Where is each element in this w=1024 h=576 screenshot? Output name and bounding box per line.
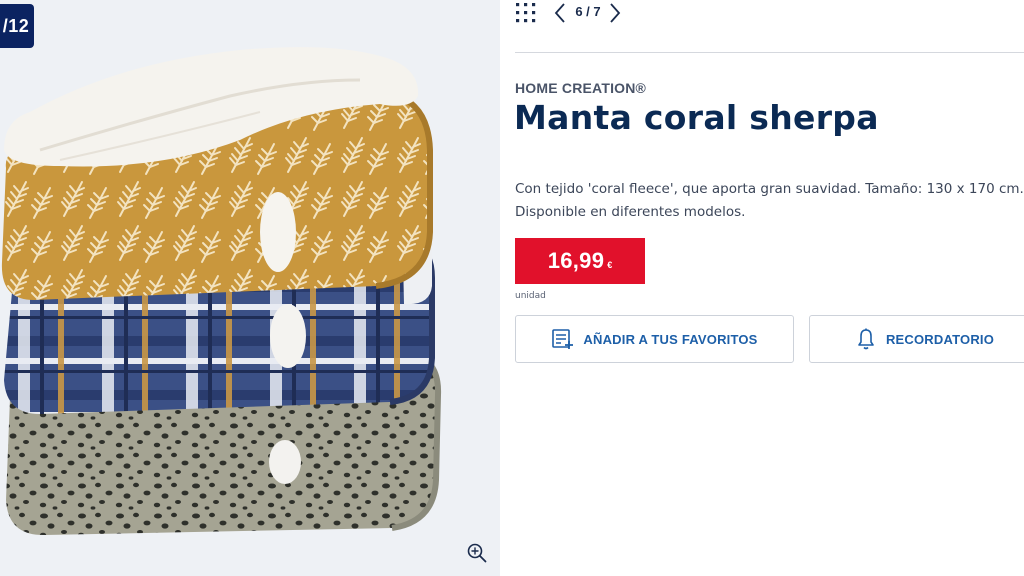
price-badge: 16,99 € <box>515 238 645 284</box>
gallery-page-counter: 6 / 7 <box>575 4 601 19</box>
product-title: Manta coral sherpa <box>514 98 879 137</box>
chevron-right-icon[interactable] <box>608 2 622 24</box>
reminder-button[interactable]: RECORDATORIO <box>809 315 1024 363</box>
list-add-icon <box>551 327 575 351</box>
zoom-icon[interactable] <box>466 542 488 564</box>
reminder-label: RECORDATORIO <box>885 331 995 347</box>
add-to-favorites-label: AÑADIR A TUS FAVORITOS <box>583 331 758 347</box>
description-line: Con tejido 'coral fleece', que aporta gr… <box>515 181 1024 197</box>
price-currency: € <box>607 260 613 270</box>
bell-icon <box>854 327 878 351</box>
description-line: Disponible en diferentes modelos. <box>515 204 746 220</box>
add-to-favorites-button[interactable]: AÑADIR A TUS FAVORITOS <box>515 315 794 363</box>
product-brand: HOME CREATION® <box>515 80 647 96</box>
price-amount: 16,99 <box>547 248 605 273</box>
product-description: Con tejido 'coral fleece', que aporta gr… <box>515 178 1024 224</box>
product-image-panel: /12 <box>0 0 500 576</box>
chevron-left-icon[interactable] <box>553 2 567 24</box>
image-counter-badge: /12 <box>0 4 34 48</box>
product-image <box>1 47 442 536</box>
grid-icon[interactable] <box>515 2 537 24</box>
header-divider <box>515 52 1024 53</box>
price-unit: unidad <box>515 291 546 301</box>
